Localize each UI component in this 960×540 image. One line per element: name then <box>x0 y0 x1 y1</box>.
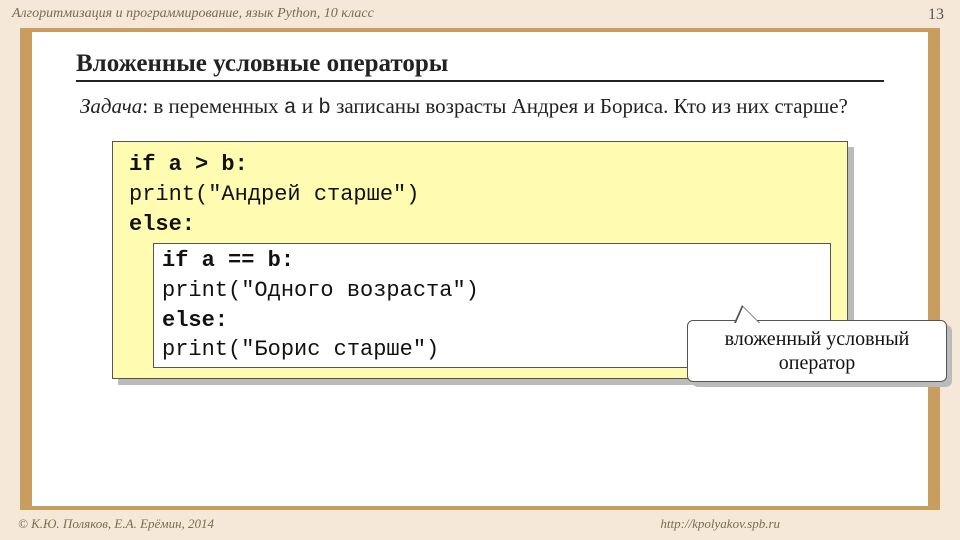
task-part2: записаны возрасты Андрея и Бориса. Кто и… <box>331 94 848 118</box>
callout-box: вложенный условный оператор <box>687 320 947 382</box>
code-box: if a > b: print("Андрей старше") else: i… <box>112 141 848 379</box>
page-number: 13 <box>928 6 944 24</box>
var-a: a <box>284 97 297 120</box>
url: http://kpolyakov.spb.ru <box>660 516 780 532</box>
header-text: Алгоритмизация и программирование, язык … <box>12 6 374 22</box>
copyright: © К.Ю. Поляков, Е.А. Ерёмин, 2014 <box>18 516 214 532</box>
code-line: print("Андрей старше") <box>129 180 831 210</box>
code-line: print("Одного возраста") <box>162 276 822 306</box>
callout-tail <box>734 305 760 323</box>
code-line: if a > b: <box>129 150 831 180</box>
slide-title: Вложенные условные операторы <box>76 50 884 82</box>
task-part1: : в переменных <box>142 94 284 118</box>
task-mid: и <box>296 94 318 118</box>
task-label: Задача <box>80 94 142 118</box>
task-text: Задача: в переменных a и b записаны возр… <box>80 92 884 123</box>
code-line: if a == b: <box>162 246 822 276</box>
slide-frame: Вложенные условные операторы Задача: в п… <box>20 32 940 506</box>
code-line: else: <box>129 210 831 240</box>
callout: вложенный условный оператор <box>687 320 947 382</box>
callout-text: вложенный условный оператор <box>725 328 910 374</box>
code-block: if a > b: print("Андрей старше") else: i… <box>112 141 848 379</box>
var-b: b <box>318 97 331 120</box>
